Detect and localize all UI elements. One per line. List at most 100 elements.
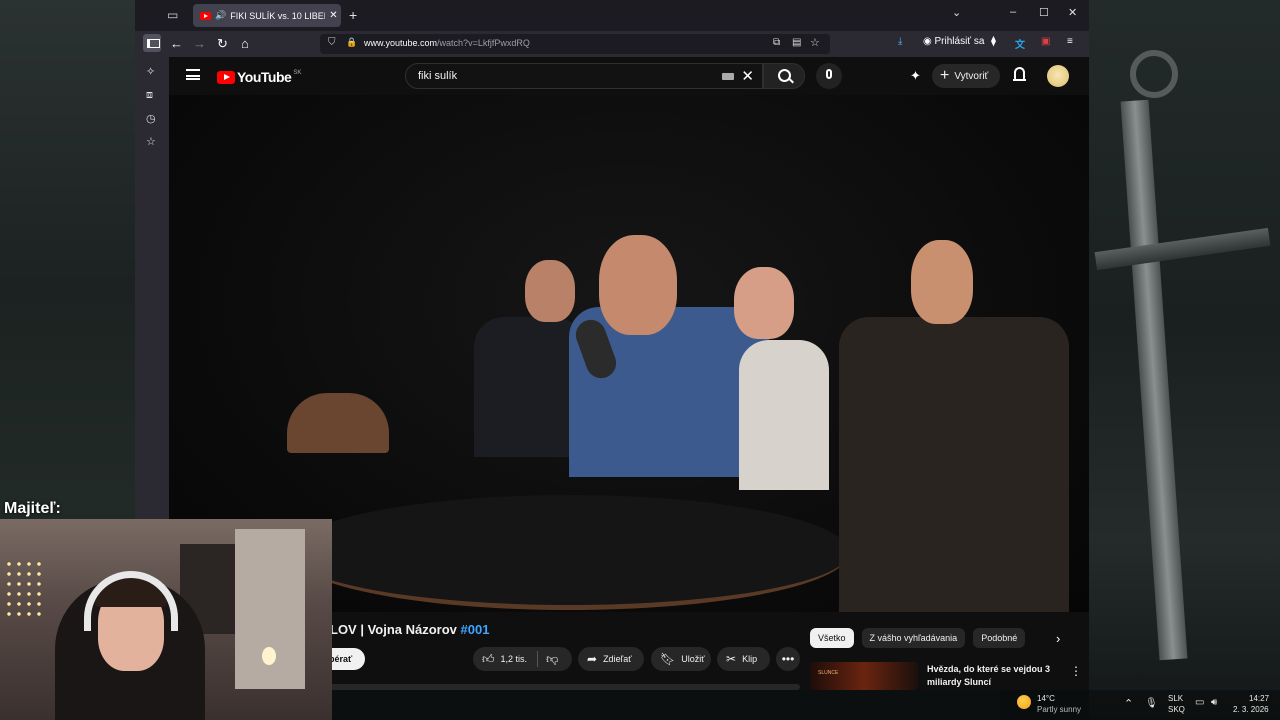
list-all-tabs-icon[interactable]: ⌄ <box>952 6 961 19</box>
tab-title: FIKI SULÍK vs. 10 LIBERÁLOV <box>230 10 325 21</box>
weather-sun-icon[interactable] <box>1017 695 1031 709</box>
tray-chevron-up-icon[interactable]: ⌃ <box>1124 697 1133 710</box>
tracking-protection-icon[interactable]: ⛉ <box>328 37 336 48</box>
video-title: LOV | Vojna Názorov #001 <box>330 622 489 637</box>
more-horizontal-icon: ••• <box>781 652 795 666</box>
sparkle-icon[interactable]: ✦ <box>910 68 921 84</box>
translator-extension-icon[interactable]: 文 <box>1015 36 1025 51</box>
minimize-button[interactable]: – <box>1010 6 1016 18</box>
share-icon: ➦ <box>587 652 598 666</box>
signin-label: Prihlásiť sa <box>934 36 985 47</box>
plus-icon: + <box>940 67 950 84</box>
more-actions-button[interactable]: ••• <box>776 647 800 671</box>
like-count[interactable]: 1,2 tis. <box>501 654 528 664</box>
bookmark-star-icon[interactable]: ☆ <box>810 36 820 49</box>
app-menu-icon[interactable]: ≡ <box>1067 36 1073 47</box>
like-divider <box>537 651 539 667</box>
headset-icon <box>84 571 178 631</box>
recommended-title[interactable]: Hvězda, do které se vejdou 3 miliardy Sl… <box>927 663 1067 689</box>
dislike-icon[interactable]: 👎︎ <box>546 652 558 667</box>
language-bottom[interactable]: SKQ <box>1168 705 1185 714</box>
search-button[interactable] <box>763 63 805 89</box>
downloads-icon[interactable]: ⤓ <box>898 36 902 47</box>
recommended-video[interactable]: SLUNCE Hvězda, do které se vejdou 3 mili… <box>810 662 1085 690</box>
weather-temp[interactable]: 14°C <box>1037 694 1055 703</box>
chip-from-search[interactable]: Z vášho vyhľadávania <box>861 628 966 648</box>
forward-icon[interactable]: → <box>193 36 206 51</box>
url-bar[interactable]: ⛉ 🔒 www.youtube.com/watch?v=LkfjfPwxdRQ … <box>320 34 830 54</box>
clock-time[interactable]: 14:27 <box>1249 694 1269 703</box>
webcam-label: Majiteľ: <box>4 500 61 517</box>
video-hashtag-link[interactable]: #001 <box>461 622 490 637</box>
save-button[interactable]: 🔖︎ Uložiť <box>651 647 711 671</box>
clock-date[interactable]: 2. 3. 2026 <box>1233 705 1269 714</box>
reload-icon[interactable]: ↻ <box>217 36 228 52</box>
avatar[interactable] <box>1047 65 1069 87</box>
related-chips: Všetko Z vášho vyhľadávania Podobné <box>810 628 1033 650</box>
webcam-overlay <box>0 519 332 720</box>
create-label: Vytvoriť <box>954 70 989 82</box>
language-top[interactable]: SLK <box>1168 694 1183 703</box>
search-query: fiki sulík <box>418 70 458 82</box>
webcam-lamp <box>262 647 276 665</box>
url-path: /watch?v=LkfjfPwxdRQ <box>437 38 530 48</box>
chip-related[interactable]: Podobné <box>973 628 1026 648</box>
microphone-icon[interactable]: 🎙︎ <box>1145 698 1158 709</box>
chip-all[interactable]: Všetko <box>810 628 854 648</box>
like-icon[interactable]: 👍︎ <box>482 652 495 667</box>
recommended-thumbnail[interactable]: SLUNCE <box>810 662 918 690</box>
weather-desc[interactable]: Partly sunny <box>1037 705 1081 714</box>
back-icon[interactable]: ← <box>170 36 183 51</box>
search-input[interactable]: fiki sulík ✕ <box>405 63 763 89</box>
clip-label: Klip <box>742 654 758 664</box>
video-scene-chair <box>287 393 389 453</box>
picture-in-picture-icon[interactable]: ⧉ <box>773 37 780 48</box>
bookmarks-star-icon[interactable]: ☆ <box>146 135 158 148</box>
reader-view-icon[interactable]: ▤ <box>792 37 801 48</box>
url-text: www.youtube.com/watch?v=LkfjfPwxdRQ <box>364 38 530 48</box>
new-tab-button[interactable]: + <box>349 7 357 23</box>
subscribe-label: bérať <box>329 654 353 664</box>
sidebar-toggle-button[interactable] <box>143 34 161 52</box>
home-icon[interactable]: ⌂ <box>241 36 249 51</box>
synced-tabs-icon[interactable]: ⧈ <box>146 89 158 101</box>
network-icon[interactable]: ▭ <box>1195 697 1204 708</box>
extension-badge-icon[interactable]: ▣ <box>1041 36 1050 47</box>
share-button[interactable]: ➦ Zdieľať <box>578 647 644 671</box>
keyboard-icon[interactable] <box>722 73 734 80</box>
chevron-right-icon[interactable]: › <box>1056 631 1060 646</box>
more-vertical-icon[interactable]: ⋮ <box>1070 664 1082 678</box>
video-title-text: LOV | Vojna Názorov <box>330 622 461 637</box>
maximize-button[interactable]: ☐ <box>1039 6 1049 19</box>
youtube-logo[interactable]: YouTube SK <box>217 69 301 85</box>
extensions-puzzle-icon[interactable]: ⧫ <box>991 36 996 47</box>
speaker-icon[interactable]: 🔊 <box>215 10 226 21</box>
create-button[interactable]: + Vytvoriť <box>932 64 1000 88</box>
thumbnail-text: SLUNCE <box>818 670 839 676</box>
clear-search-icon[interactable]: ✕ <box>741 67 754 85</box>
youtube-header: YouTube SK fiki sulík ✕ ✦ + Vytvoriť <box>169 57 1089 95</box>
voice-search-button[interactable] <box>816 63 842 89</box>
volume-icon[interactable]: 🔊︎ <box>1211 697 1217 708</box>
history-clock-icon[interactable]: ◷ <box>146 112 158 125</box>
account-signin[interactable]: ◉ Prihlásiť sa <box>923 36 984 47</box>
description-box-edge <box>330 684 800 690</box>
save-label: Uložiť <box>681 654 705 664</box>
save-bookmark-icon: 🔖︎ <box>660 652 676 666</box>
clip-button[interactable]: ✂ Klip <box>717 647 770 671</box>
guide-menu-icon[interactable] <box>186 69 200 80</box>
like-dislike-group: 👍︎ 1,2 tis. 👎︎ <box>473 647 572 671</box>
fairy-lights <box>4 559 44 619</box>
notifications-bell-icon[interactable] <box>1013 67 1026 81</box>
lock-icon[interactable]: 🔒 <box>346 37 357 48</box>
youtube-play-logo-icon <box>217 70 235 84</box>
close-window-button[interactable]: ✕ <box>1068 6 1077 19</box>
share-label: Zdieľať <box>603 654 632 664</box>
wallpaper-sword-pommel <box>1130 50 1178 98</box>
tab-list-icon[interactable]: ▭ <box>167 8 181 22</box>
ai-chatbot-icon[interactable]: ✧ <box>146 65 158 78</box>
desktop-wallpaper-right <box>1089 0 1280 720</box>
tab-youtube[interactable]: 🔊 FIKI SULÍK vs. 10 LIBERÁLOV ✕ <box>193 4 341 27</box>
scissors-icon: ✂ <box>726 652 737 666</box>
close-tab-icon[interactable]: ✕ <box>329 10 337 21</box>
